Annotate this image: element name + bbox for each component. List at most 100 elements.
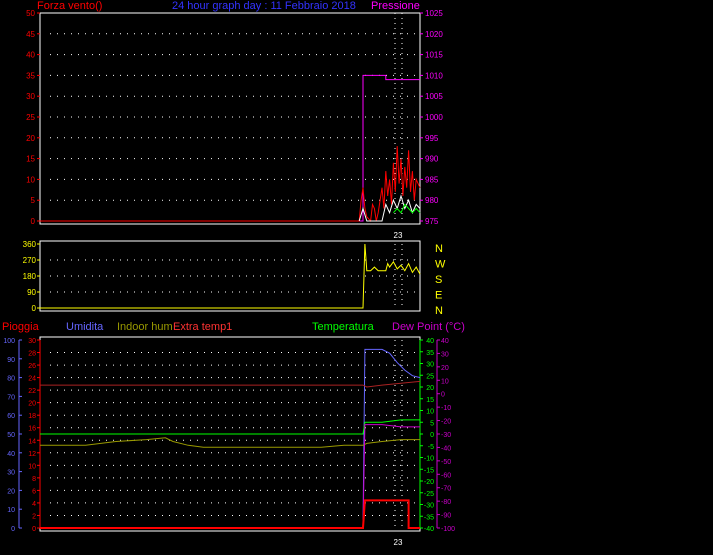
temp-tick-label: -10	[424, 456, 434, 463]
rain-tick-label: 22	[28, 388, 36, 395]
compass-label: W	[435, 259, 446, 271]
series-direction	[40, 243, 421, 309]
dew-tick-label: -80	[441, 499, 451, 506]
wind-tick-label: 30	[26, 92, 35, 101]
pressure-tick-label: 980	[425, 196, 439, 205]
pressure-tick-label: 995	[425, 134, 439, 143]
rain-tick-label: 8	[32, 476, 36, 483]
dew-tick-label: -40	[441, 445, 451, 452]
rain-tick-label: 18	[28, 413, 36, 420]
humidity-tick-label: 90	[7, 357, 15, 364]
humidity-tick-label: 0	[11, 526, 15, 533]
rain-label: Pioggia	[2, 321, 39, 333]
pressure-axis-title: Pressione	[371, 0, 420, 12]
dew-tick-label: -30	[441, 432, 451, 439]
wind-tick-label: 45	[26, 30, 35, 39]
temp-tick-label: -5	[428, 444, 434, 451]
direction-tick-label: 90	[27, 288, 36, 297]
direction-tick-label: 270	[23, 256, 37, 265]
wind-tick-label: 5	[31, 196, 36, 205]
pressure-tick-label: 1015	[425, 51, 443, 60]
indoor-hum-label: Indoor hum	[117, 321, 173, 333]
temp-tick-label: -20	[424, 479, 434, 486]
dew-tick-label: -70	[441, 486, 451, 493]
rain-tick-label: 10	[28, 463, 36, 470]
humidity-tick-label: 60	[7, 413, 15, 420]
wind-axis-title: Forza vento()	[37, 0, 103, 12]
compass-label: N	[435, 243, 443, 255]
series-temperature	[40, 419, 420, 435]
pressure-tick-label: 990	[425, 155, 439, 164]
chart-title: 24 hour graph day : 11 Febbraio 2018	[172, 0, 356, 12]
series-wind_white	[358, 194, 421, 222]
compass-label: E	[435, 290, 442, 302]
x-tick-label: 23	[394, 538, 403, 547]
temp-tick-label: 10	[426, 409, 434, 416]
temp-tick-label: 20	[426, 385, 434, 392]
humidity-tick-label: 70	[7, 394, 15, 401]
dew-tick-label: -10	[441, 405, 451, 412]
humidity-tick-label: 50	[7, 432, 15, 439]
series-indoor_hum	[40, 437, 420, 448]
rain-tick-label: 26	[28, 363, 36, 370]
direction-tick-label: 180	[23, 272, 37, 281]
wind-tick-label: 35	[26, 71, 35, 80]
rain-tick-label: 20	[28, 401, 36, 408]
pressure-tick-label: 1025	[425, 9, 443, 18]
dew-tick-label: -100	[441, 526, 455, 533]
temp-tick-label: -30	[424, 503, 434, 510]
rain-tick-label: 30	[28, 338, 36, 345]
temperature-label: Temperatura	[312, 321, 374, 333]
series-extra_temp	[40, 380, 421, 388]
compass-label: S	[435, 274, 442, 286]
wind-tick-label: 50	[26, 9, 35, 18]
rain-tick-label: 28	[28, 351, 36, 358]
wind-tick-label: 40	[26, 51, 35, 60]
humidity-tick-label: 10	[7, 507, 15, 514]
rain-tick-label: 24	[28, 376, 36, 383]
temp-tick-label: 30	[426, 362, 434, 369]
tick-labels: 0510152025303540455097598098599099510001…	[3, 9, 455, 547]
temp-tick-label: 40	[426, 338, 434, 345]
panel1-grid	[50, 13, 416, 221]
rain-tick-label: 16	[28, 426, 36, 433]
pressure-tick-label: 1000	[425, 113, 443, 122]
dew-tick-label: 30	[441, 351, 449, 358]
wind-tick-label: 20	[26, 134, 35, 143]
direction-tick-label: 0	[32, 304, 37, 313]
temp-tick-label: 25	[426, 373, 434, 380]
series-pressure	[40, 74, 420, 222]
rain-tick-label: 2	[32, 513, 36, 520]
temp-tick-label: 5	[430, 420, 434, 427]
x-tick-label: 23	[394, 231, 403, 240]
temp-tick-label: -40	[424, 526, 434, 533]
pressure-tick-label: 1020	[425, 30, 443, 39]
humidity-tick-label: 20	[7, 488, 15, 495]
wind-tick-label: 25	[26, 113, 35, 122]
series-lines	[40, 74, 421, 529]
wind-tick-label: 0	[31, 217, 36, 226]
pressure-tick-label: 985	[425, 175, 439, 184]
dew-tick-label: -60	[441, 472, 451, 479]
temp-tick-label: 15	[426, 397, 434, 404]
temp-tick-label: -35	[424, 514, 434, 521]
pressure-tick-label: 1010	[425, 71, 443, 80]
dew-tick-label: 40	[441, 338, 449, 345]
pressure-tick-label: 1005	[425, 92, 443, 101]
extra-temp-label: Extra temp1	[173, 321, 233, 333]
panel2-grid	[50, 244, 416, 308]
temp-tick-label: 35	[426, 350, 434, 357]
wind-tick-label: 10	[26, 175, 35, 184]
humidity-label: Umidita	[66, 321, 104, 333]
temp-tick-label: -15	[424, 467, 434, 474]
rain-tick-label: 12	[28, 451, 36, 458]
pressure-tick-label: 975	[425, 217, 439, 226]
dew-tick-label: -50	[441, 459, 451, 466]
humidity-tick-label: 30	[7, 470, 15, 477]
rain-tick-label: 0	[32, 526, 36, 533]
temp-tick-label: 0	[430, 432, 434, 439]
wind-tick-label: 15	[26, 155, 35, 164]
rain-tick-label: 6	[32, 488, 36, 495]
dew-tick-label: -20	[441, 419, 451, 426]
weather-chart: 0510152025303540455097598098599099510001…	[3, 9, 455, 547]
